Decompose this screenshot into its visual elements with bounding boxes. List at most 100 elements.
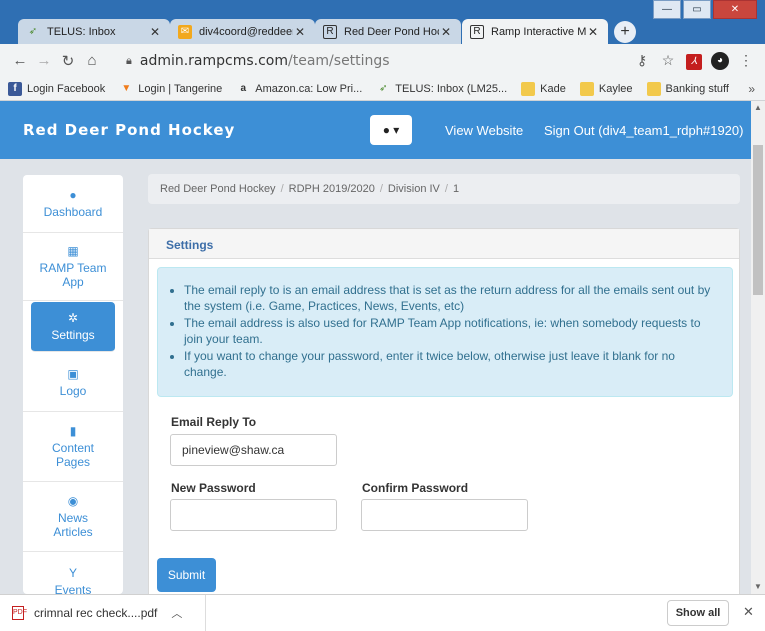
close-tab-icon[interactable]: ✕ bbox=[293, 25, 307, 39]
sidebar-item-events[interactable]: Y Events bbox=[23, 552, 123, 595]
panel-title: Settings bbox=[149, 229, 739, 259]
bookmarks-overflow-icon[interactable]: » bbox=[748, 82, 755, 96]
bookmark-label: Kade bbox=[540, 82, 566, 95]
breadcrumb: Red Deer Pond Hockey / RDPH 2019/2020 / Di… bbox=[148, 174, 740, 204]
close-tab-icon[interactable]: ✕ bbox=[439, 25, 453, 39]
settings-panel: Settings The email reply to is an email … bbox=[148, 228, 740, 594]
bookmark-label: Amazon.ca: Low Pri... bbox=[255, 82, 363, 95]
bookmarks-bar: f Login Facebook ▼ Login | Tangerine a Amaz… bbox=[0, 77, 765, 101]
profile-icon[interactable]: ◕ bbox=[707, 50, 733, 70]
tab-ramp-interactive[interactable]: R Ramp Interactive MS ✕ bbox=[462, 19, 608, 44]
brand-title[interactable]: Red Deer Pond Hockey bbox=[23, 121, 235, 139]
bookmark-folder-kade[interactable]: Kade bbox=[521, 81, 566, 96]
back-icon[interactable]: ← bbox=[8, 52, 32, 69]
sidebar-item-label: Logo bbox=[59, 384, 87, 398]
close-icon[interactable]: ✕ bbox=[743, 604, 754, 620]
tab-mail[interactable]: ✉ div4coord@reddeer ✕ bbox=[170, 19, 315, 44]
globe-icon: ◉ bbox=[67, 494, 79, 508]
theme-dropdown-button[interactable]: ● ▾ bbox=[370, 115, 412, 145]
download-item[interactable]: PDF crimnal rec check....pdf ︿ bbox=[0, 595, 206, 631]
breadcrumb-item[interactable]: Division IV bbox=[388, 183, 440, 195]
email-reply-to-field[interactable]: pineview@shaw.ca bbox=[170, 434, 337, 466]
sidebar-item-label: News Articles bbox=[53, 511, 93, 539]
reload-icon[interactable]: ↻ bbox=[56, 52, 80, 70]
confirm-password-label: Confirm Password bbox=[362, 481, 469, 495]
chevron-up-icon[interactable]: ︿ bbox=[171, 605, 182, 621]
new-password-field[interactable] bbox=[170, 499, 337, 531]
sidebar: ● Dashboard ▦ RAMP Team App ✲ Settings ▣ Log… bbox=[23, 175, 123, 594]
sidebar-item-settings[interactable]: ✲ Settings bbox=[31, 302, 115, 352]
tab-title: TELUS: Inbox bbox=[47, 25, 116, 38]
sidebar-item-logo[interactable]: ▣ Logo bbox=[23, 354, 123, 412]
bookmark-amazon[interactable]: a Amazon.ca: Low Pri... bbox=[236, 82, 363, 96]
telus-icon: ➶ bbox=[28, 26, 38, 37]
bookmark-login-facebook[interactable]: f Login Facebook bbox=[8, 81, 106, 96]
key-icon[interactable]: ⚷ bbox=[629, 52, 655, 69]
breadcrumb-item[interactable]: Red Deer Pond Hockey bbox=[160, 183, 276, 195]
sidebar-item-content-pages[interactable]: ▮ Content Pages bbox=[23, 412, 123, 482]
facebook-icon: f bbox=[8, 81, 22, 96]
bookmark-folder-banking[interactable]: Banking stuff bbox=[646, 81, 729, 96]
close-tab-icon[interactable]: ✕ bbox=[148, 25, 162, 39]
sidebar-item-dashboard[interactable]: ● Dashboard bbox=[23, 175, 123, 233]
sidebar-item-label: Events bbox=[54, 582, 92, 595]
new-password-label: New Password bbox=[171, 481, 256, 495]
sidebar-item-label: Settings bbox=[51, 328, 95, 342]
folder-icon bbox=[579, 81, 594, 96]
pdf-file-icon: PDF bbox=[12, 606, 27, 620]
scroll-up-icon[interactable]: ▲ bbox=[751, 101, 765, 115]
tangerine-icon: ▼ bbox=[121, 82, 132, 94]
show-all-button[interactable]: Show all bbox=[667, 600, 729, 626]
tab-title: div4coord@reddeer bbox=[199, 25, 293, 38]
app-header: Red Deer Pond Hockey ● ▾ View Website Si… bbox=[0, 101, 751, 159]
bookmark-label: Login | Tangerine bbox=[138, 82, 223, 95]
bookmark-label: Login Facebook bbox=[27, 82, 106, 95]
sidebar-item-news-articles[interactable]: ◉ News Articles bbox=[23, 482, 123, 552]
breadcrumb-separator: / bbox=[280, 183, 284, 195]
browser-toolbar: ← → ↻ ⌂ 🔒︎ admin.rampcms.com/team/settin… bbox=[0, 44, 765, 77]
close-window-icon[interactable]: ✕ bbox=[713, 0, 757, 19]
breadcrumb-separator: / bbox=[444, 183, 448, 195]
breadcrumb-item[interactable]: RDPH 2019/2020 bbox=[289, 183, 375, 195]
url-host: admin.rampcms.com bbox=[139, 53, 289, 69]
sign-out-link[interactable]: Sign Out (div4_team1_rdph#1920) bbox=[544, 123, 743, 138]
new-tab-button[interactable]: + bbox=[614, 21, 636, 43]
submit-button[interactable]: Submit bbox=[157, 558, 216, 592]
info-item: If you want to change your password, ent… bbox=[184, 348, 720, 380]
bookmark-folder-kaylee[interactable]: Kaylee bbox=[579, 81, 633, 96]
menu-icon[interactable]: ⋮ bbox=[733, 52, 759, 69]
pdf-extension-icon[interactable]: ⅄ bbox=[681, 51, 707, 70]
minimize-icon[interactable]: — bbox=[653, 0, 681, 19]
droplet-icon: ● bbox=[382, 123, 390, 137]
tab-telus-inbox[interactable]: ➶ TELUS: Inbox ✕ bbox=[18, 19, 170, 44]
lock-icon: 🔒︎ bbox=[126, 54, 132, 67]
download-filename: crimnal rec check....pdf bbox=[34, 606, 158, 620]
camera-icon: ▣ bbox=[67, 367, 79, 381]
maximize-icon[interactable]: ▭ bbox=[683, 0, 711, 19]
address-bar[interactable]: 🔒︎ admin.rampcms.com/team/settings bbox=[126, 49, 626, 73]
url-path: /team/settings bbox=[288, 53, 390, 69]
view-website-link[interactable]: View Website bbox=[445, 123, 523, 138]
page-scrollbar[interactable]: ▲ ▼ bbox=[751, 101, 765, 594]
forward-icon[interactable]: → bbox=[32, 52, 56, 69]
tab-red-deer-pond-hockey[interactable]: R Red Deer Pond Hock ✕ bbox=[315, 19, 461, 44]
grid-icon: ▦ bbox=[67, 244, 79, 258]
sidebar-item-ramp-team-app[interactable]: ▦ RAMP Team App bbox=[23, 233, 123, 301]
bookmark-telus-inbox[interactable]: ➶ TELUS: Inbox (LM25... bbox=[376, 82, 507, 96]
trophy-icon: Y bbox=[68, 565, 77, 580]
home-icon[interactable]: ⌂ bbox=[80, 52, 104, 69]
tab-title: Ramp Interactive MS bbox=[491, 25, 586, 38]
star-icon[interactable]: ☆ bbox=[655, 52, 681, 69]
close-tab-icon[interactable]: ✕ bbox=[586, 25, 600, 39]
scroll-down-icon[interactable]: ▼ bbox=[751, 580, 765, 594]
confirm-password-field[interactable] bbox=[361, 499, 528, 531]
mail-icon: ✉ bbox=[178, 24, 192, 39]
user-icon: ● bbox=[69, 188, 77, 202]
bookmark-tangerine[interactable]: ▼ Login | Tangerine bbox=[119, 82, 222, 96]
scroll-thumb[interactable] bbox=[753, 145, 763, 295]
breadcrumb-separator: / bbox=[379, 183, 383, 195]
sidebar-item-label: Content Pages bbox=[51, 441, 95, 469]
chevron-down-icon: ▾ bbox=[393, 123, 400, 137]
ramp-icon: R bbox=[323, 24, 337, 39]
sidebar-item-label: RAMP Team App bbox=[39, 261, 107, 289]
